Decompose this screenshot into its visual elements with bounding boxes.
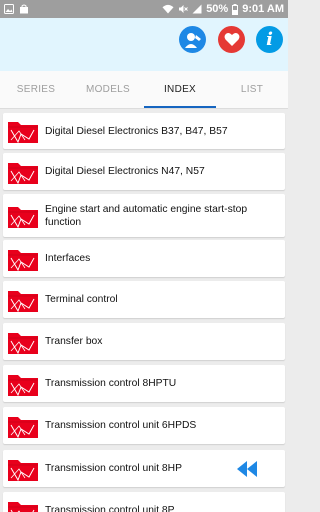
heart-icon: [224, 32, 239, 46]
list-item-label: Digital Diesel Electronics B37, B47, B57: [45, 125, 228, 137]
tab-series[interactable]: SERIES: [0, 71, 72, 108]
status-bar: 50% 9:01 AM: [0, 0, 288, 18]
list-item[interactable]: Transmission control unit 6HPDS: [3, 407, 285, 444]
mechanic-icon: [184, 32, 201, 48]
folder-icon: [7, 374, 39, 397]
action-bar: i: [0, 18, 288, 71]
list-item-label: Transmission control 8HPTU: [45, 378, 177, 389]
list-item[interactable]: Digital Diesel Electronics N47, N57: [3, 153, 285, 190]
rewind-icon[interactable]: [236, 460, 258, 478]
folder-icon: [7, 206, 39, 229]
list-item[interactable]: Digital Diesel Electronics B37, B47, B57: [3, 113, 285, 149]
battery-percent: 50%: [206, 3, 229, 15]
wifi-icon: [162, 4, 174, 14]
list-item[interactable]: Transmission control unit 8P: [3, 492, 285, 512]
photo-notification-icon: [4, 4, 14, 14]
list-item-label: Transmission control unit 6HPDS: [45, 420, 197, 431]
list-item[interactable]: Engine start and automatic engine start-…: [3, 194, 285, 237]
list-item[interactable]: Terminal control: [3, 281, 285, 318]
tab-bar: SERIES MODELS INDEX LIST: [0, 71, 288, 109]
info-icon: i: [266, 29, 273, 50]
folder-icon: [7, 290, 39, 313]
list-item[interactable]: Interfaces: [3, 240, 285, 277]
folder-icon: [7, 416, 39, 439]
folder-icon: [7, 501, 39, 512]
list-item[interactable]: Transfer box: [3, 323, 285, 360]
folder-icon: [7, 121, 39, 144]
tab-models[interactable]: MODELS: [72, 71, 144, 108]
mute-icon: [179, 5, 189, 13]
clock: 9:01 AM: [242, 3, 284, 15]
tab-list[interactable]: LIST: [216, 71, 288, 108]
list-item-label: Interfaces: [45, 253, 91, 264]
info-button[interactable]: i: [256, 26, 283, 53]
folder-icon: [7, 332, 39, 355]
favorites-button[interactable]: [218, 26, 245, 53]
signal-icon: [192, 4, 202, 14]
folder-icon: [7, 249, 39, 272]
folder-icon: [7, 162, 39, 185]
bag-notification-icon: [20, 4, 28, 14]
battery-icon: [232, 3, 239, 15]
list-item-label: Digital Diesel Electronics N47, N57: [45, 166, 205, 177]
folder-icon: [7, 459, 39, 482]
list-item-label: Transfer box: [45, 336, 103, 347]
tab-index[interactable]: INDEX: [144, 71, 216, 108]
list-item-label: Terminal control: [45, 294, 118, 305]
list-item-label: Transmission control unit 8P: [45, 505, 175, 512]
list-item-label: Engine start and automatic engine start-…: [45, 203, 248, 228]
list-item[interactable]: Transmission control 8HPTU: [3, 365, 285, 402]
mechanic-button[interactable]: [179, 26, 206, 53]
